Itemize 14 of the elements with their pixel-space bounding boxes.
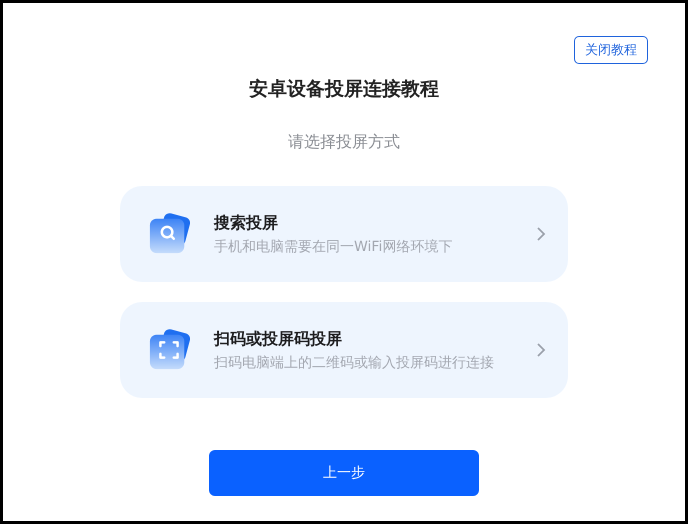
- option-description: 扫码电脑端上的二维码或输入投屏码进行连接: [214, 354, 495, 372]
- chevron-right-icon: [536, 226, 546, 242]
- option-title: 扫码或投屏码投屏: [214, 328, 343, 350]
- option-description: 手机和电脑需要在同一WiFi网络环境下: [214, 238, 454, 256]
- subtitle: 请选择投屏方式: [288, 131, 400, 153]
- dialog-title: 安卓设备投屏连接教程: [249, 77, 439, 102]
- back-button[interactable]: 上一步: [209, 450, 479, 496]
- scan-icon: [148, 329, 190, 371]
- option-card[interactable]: 搜索投屏 手机和电脑需要在同一WiFi网络环境下: [120, 186, 568, 282]
- option-card[interactable]: 扫码或投屏码投屏 扫码电脑端上的二维码或输入投屏码进行连接: [120, 302, 568, 398]
- search-icon: [148, 213, 190, 255]
- close-tutorial-button[interactable]: 关闭教程: [574, 36, 648, 64]
- chevron-right-icon: [536, 342, 546, 358]
- option-title: 搜索投屏: [214, 212, 279, 234]
